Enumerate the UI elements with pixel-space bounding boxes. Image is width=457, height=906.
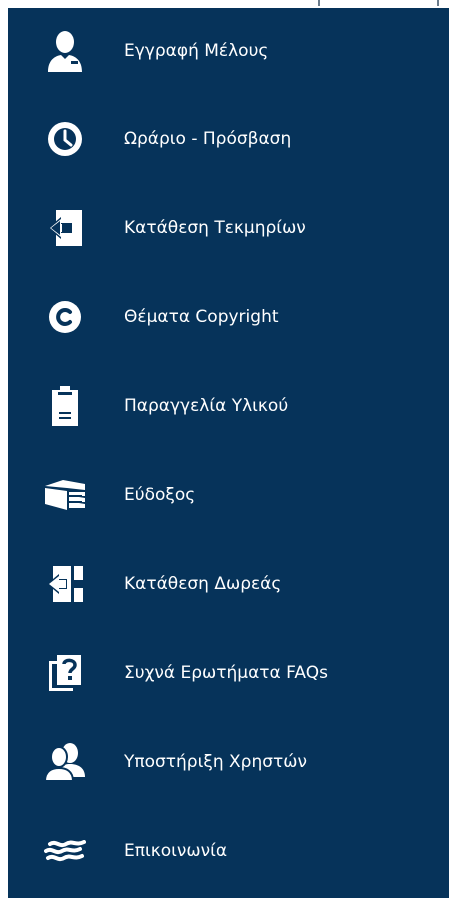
menu-item-copyright[interactable]: Θέματα Copyright bbox=[8, 272, 449, 361]
clock-icon bbox=[42, 116, 88, 162]
menu-item-hours-access[interactable]: Ωράριο - Πρόσβαση bbox=[8, 94, 449, 183]
top-stripe bbox=[0, 0, 457, 8]
side-menu: Εγγραφή Μέλους Ωράριο - Πρόσβαση Κατάθεσ… bbox=[8, 8, 449, 898]
menu-item-deposit-documents[interactable]: Κατάθεση Τεκμηρίων bbox=[8, 183, 449, 272]
top-divider bbox=[437, 0, 439, 6]
user-icon bbox=[42, 28, 88, 74]
faq-icon bbox=[42, 650, 88, 696]
menu-item-contact[interactable]: Επικοινωνία bbox=[8, 806, 449, 895]
menu-item-label: Συχνά Ερωτήματα FAQs bbox=[124, 662, 328, 683]
menu-item-label: Κατάθεση Τεκμηρίων bbox=[124, 217, 306, 238]
menu-item-member-registration[interactable]: Εγγραφή Μέλους bbox=[8, 8, 449, 94]
menu-item-label: Παραγγελία Υλικού bbox=[124, 395, 289, 416]
menu-item-label: Εύδοξος bbox=[124, 484, 196, 505]
donation-arrow-icon bbox=[42, 561, 88, 607]
deposit-arrow-icon bbox=[42, 205, 88, 251]
menu-item-label: Ωράριο - Πρόσβαση bbox=[124, 128, 292, 149]
copyright-icon bbox=[42, 294, 88, 340]
books-icon bbox=[42, 472, 88, 518]
top-divider bbox=[318, 0, 320, 6]
clipboard-icon bbox=[42, 383, 88, 429]
menu-item-donation[interactable]: Κατάθεση Δωρεάς bbox=[8, 539, 449, 628]
menu-item-user-support[interactable]: Υποστήριξη Χρηστών bbox=[8, 717, 449, 806]
menu-item-label: Υποστήριξη Χρηστών bbox=[124, 751, 307, 772]
menu-item-label: Κατάθεση Δωρεάς bbox=[124, 573, 282, 594]
menu-item-faqs[interactable]: Συχνά Ερωτήματα FAQs bbox=[8, 628, 449, 717]
waves-icon bbox=[42, 828, 88, 874]
menu-item-label: Θέματα Copyright bbox=[124, 306, 279, 327]
menu-item-order-material[interactable]: Παραγγελία Υλικού bbox=[8, 361, 449, 450]
users-support-icon bbox=[42, 739, 88, 785]
menu-item-label: Επικοινωνία bbox=[124, 840, 228, 861]
menu-item-eudoxus[interactable]: Εύδοξος bbox=[8, 450, 449, 539]
menu-item-label: Εγγραφή Μέλους bbox=[124, 41, 269, 61]
